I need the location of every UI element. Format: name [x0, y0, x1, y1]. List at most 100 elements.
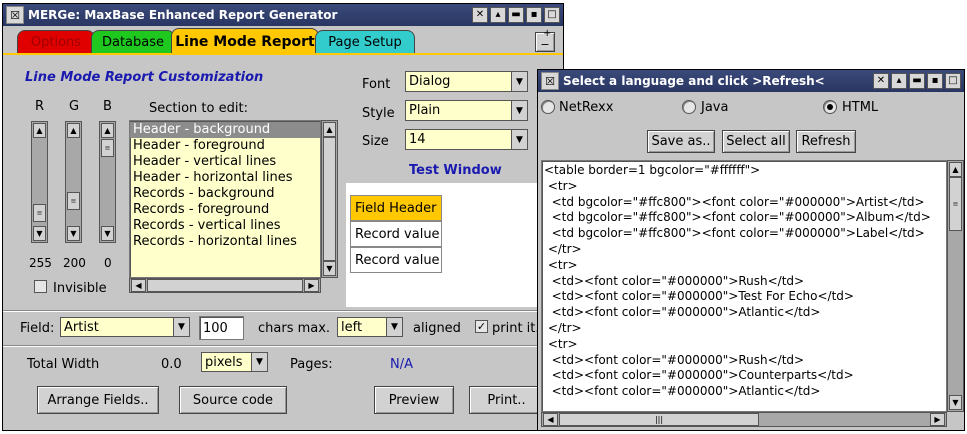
- section-list-vscrollbar[interactable]: ▲ ▼: [321, 120, 338, 278]
- scroll-left-arrow-icon[interactable]: ◀: [543, 413, 558, 426]
- divider: [3, 310, 563, 312]
- scroll-thumb[interactable]: |||: [559, 413, 759, 426]
- field-select[interactable]: Artist ▼: [60, 317, 190, 337]
- scroll-down-arrow-icon[interactable]: ▼: [101, 226, 114, 241]
- scroll-up-arrow-icon[interactable]: ▲: [949, 162, 962, 177]
- pages-label: Pages:: [290, 357, 333, 372]
- main-window: ☒ MERGe: MaxBase Enhanced Report Generat…: [2, 3, 564, 431]
- language-titlebar[interactable]: ☒ Select a language and click >Refresh< …: [538, 70, 964, 92]
- scroll-right-arrow-icon[interactable]: ▶: [930, 413, 945, 426]
- list-item[interactable]: Header - foreground: [130, 138, 320, 154]
- size-select[interactable]: 14 ▼: [405, 129, 528, 150]
- slider-thumb[interactable]: ≡: [67, 192, 80, 210]
- code-line: <td><font color="#000000">Rush</td>: [544, 273, 805, 288]
- code-vscrollbar[interactable]: ▲ ≡ ▼: [947, 160, 964, 412]
- scroll-down-arrow-icon[interactable]: ▼: [67, 226, 80, 241]
- style-value: Plain: [409, 103, 441, 118]
- close-icon[interactable]: ✕: [873, 73, 889, 89]
- scroll-down-arrow-icon[interactable]: ▼: [33, 226, 46, 241]
- list-item[interactable]: Records - vertical lines: [130, 218, 320, 234]
- scroll-down-arrow-icon[interactable]: ▼: [323, 261, 336, 276]
- code-line: <td><font color="#000000">Test For Echo<…: [544, 289, 854, 304]
- invisible-checkbox[interactable]: [34, 280, 47, 293]
- arrange-fields-button[interactable]: Arrange Fields..: [37, 386, 159, 414]
- main-titlebar[interactable]: ☒ MERGe: MaxBase Enhanced Report Generat…: [3, 4, 563, 26]
- red-slider[interactable]: ▲ ≡ ▼: [31, 121, 48, 243]
- shade-icon[interactable]: ▴: [490, 7, 506, 23]
- chars-max-input[interactable]: 100: [199, 316, 244, 340]
- code-line: <td><font color="#000000">Rush</td>: [544, 352, 805, 367]
- maximize-icon[interactable]: □: [945, 73, 961, 89]
- tab-label: Options: [30, 34, 82, 50]
- html-radio[interactable]: [823, 100, 837, 114]
- save-as-button[interactable]: Save as..: [647, 130, 715, 153]
- maximize-icon[interactable]: □: [544, 7, 560, 23]
- scroll-thumb[interactable]: [147, 279, 303, 292]
- align-select[interactable]: left ▼: [337, 317, 403, 337]
- section-list-hscrollbar[interactable]: ◀ ▶: [129, 278, 321, 293]
- list-item[interactable]: Records - horizontal lines: [130, 234, 320, 250]
- source-code-textarea[interactable]: <table border=1 bgcolor="#ffffff"> <tr> …: [541, 160, 947, 412]
- chevron-down-icon[interactable]: ▼: [511, 72, 527, 91]
- blue-slider[interactable]: ▲ ≡ ▼: [99, 121, 116, 243]
- list-item[interactable]: Records - background: [130, 186, 320, 202]
- tab-page-setup[interactable]: Page Setup: [315, 30, 415, 53]
- scroll-up-arrow-icon[interactable]: ▲: [67, 123, 80, 138]
- tab-options[interactable]: Options: [17, 30, 95, 53]
- tab-scroll-plus-icon[interactable]: +: [543, 28, 551, 39]
- scroll-thumb[interactable]: ≡: [949, 177, 962, 231]
- chevron-down-icon[interactable]: ▼: [251, 353, 267, 371]
- font-select[interactable]: Dialog ▼: [405, 71, 528, 92]
- preview-button[interactable]: Preview: [374, 386, 454, 414]
- refresh-button[interactable]: Refresh: [796, 130, 856, 153]
- record-value-cell: Record value: [350, 247, 442, 273]
- code-hscrollbar[interactable]: ◀ ||| ▶: [541, 412, 947, 427]
- scroll-right-arrow-icon[interactable]: ▶: [304, 279, 319, 292]
- netrexx-radio[interactable]: [541, 100, 555, 114]
- button-label: Select all: [726, 134, 786, 149]
- shade-icon[interactable]: ▴: [891, 73, 907, 89]
- chevron-down-icon[interactable]: ▼: [386, 318, 402, 336]
- tab-label: Database: [101, 34, 165, 50]
- font-value: Dialog: [409, 74, 451, 89]
- list-item[interactable]: Header - horizontal lines: [130, 170, 320, 186]
- close-icon[interactable]: ✕: [472, 7, 488, 23]
- tab-line-mode-report[interactable]: Line Mode Report: [171, 28, 319, 54]
- minimize-icon[interactable]: ▪: [526, 7, 542, 23]
- print-it-checkbox[interactable]: ✓: [475, 320, 488, 333]
- html-label: HTML: [842, 100, 879, 115]
- chevron-down-icon[interactable]: ▼: [511, 130, 527, 149]
- scroll-up-arrow-icon[interactable]: ▲: [33, 123, 46, 138]
- tab-database[interactable]: Database: [91, 30, 175, 53]
- scroll-thumb[interactable]: [323, 137, 336, 261]
- print-button[interactable]: Print..: [469, 386, 544, 414]
- window-menu-icon[interactable]: ☒: [6, 6, 24, 24]
- divider: [3, 345, 563, 347]
- list-item[interactable]: Records - foreground: [130, 202, 320, 218]
- slider-thumb[interactable]: ≡: [33, 204, 46, 222]
- style-select[interactable]: Plain ▼: [405, 100, 528, 121]
- unit-select[interactable]: pixels ▼: [201, 352, 268, 372]
- chevron-down-icon[interactable]: ▼: [173, 318, 189, 336]
- minimize-icon[interactable]: ▪: [927, 73, 943, 89]
- select-all-button[interactable]: Select all: [722, 130, 790, 153]
- source-code-button[interactable]: Source code: [179, 386, 287, 414]
- section-list[interactable]: Header - background Header - foreground …: [129, 120, 321, 278]
- scroll-up-arrow-icon[interactable]: ▲: [101, 123, 114, 138]
- scroll-up-arrow-icon[interactable]: ▲: [323, 122, 336, 137]
- stick-icon[interactable]: ▬: [508, 7, 524, 23]
- stick-icon[interactable]: ▬: [909, 73, 925, 89]
- record-value-text: Record value: [355, 252, 440, 268]
- red-value: 255: [29, 256, 52, 270]
- green-slider[interactable]: ▲ ≡ ▼: [65, 121, 82, 243]
- code-line: <td><font color="#000000">Atlantic</td>: [544, 384, 821, 399]
- chevron-down-icon[interactable]: ▼: [511, 101, 527, 120]
- list-item[interactable]: Header - background: [130, 122, 320, 138]
- list-item[interactable]: Header - vertical lines: [130, 154, 320, 170]
- scroll-down-arrow-icon[interactable]: ▼: [949, 395, 962, 410]
- code-line: </tr>: [544, 241, 582, 256]
- scroll-left-arrow-icon[interactable]: ◀: [131, 279, 146, 292]
- window-menu-icon[interactable]: ☒: [541, 72, 559, 90]
- slider-thumb[interactable]: ≡: [101, 139, 114, 157]
- java-radio[interactable]: [682, 100, 696, 114]
